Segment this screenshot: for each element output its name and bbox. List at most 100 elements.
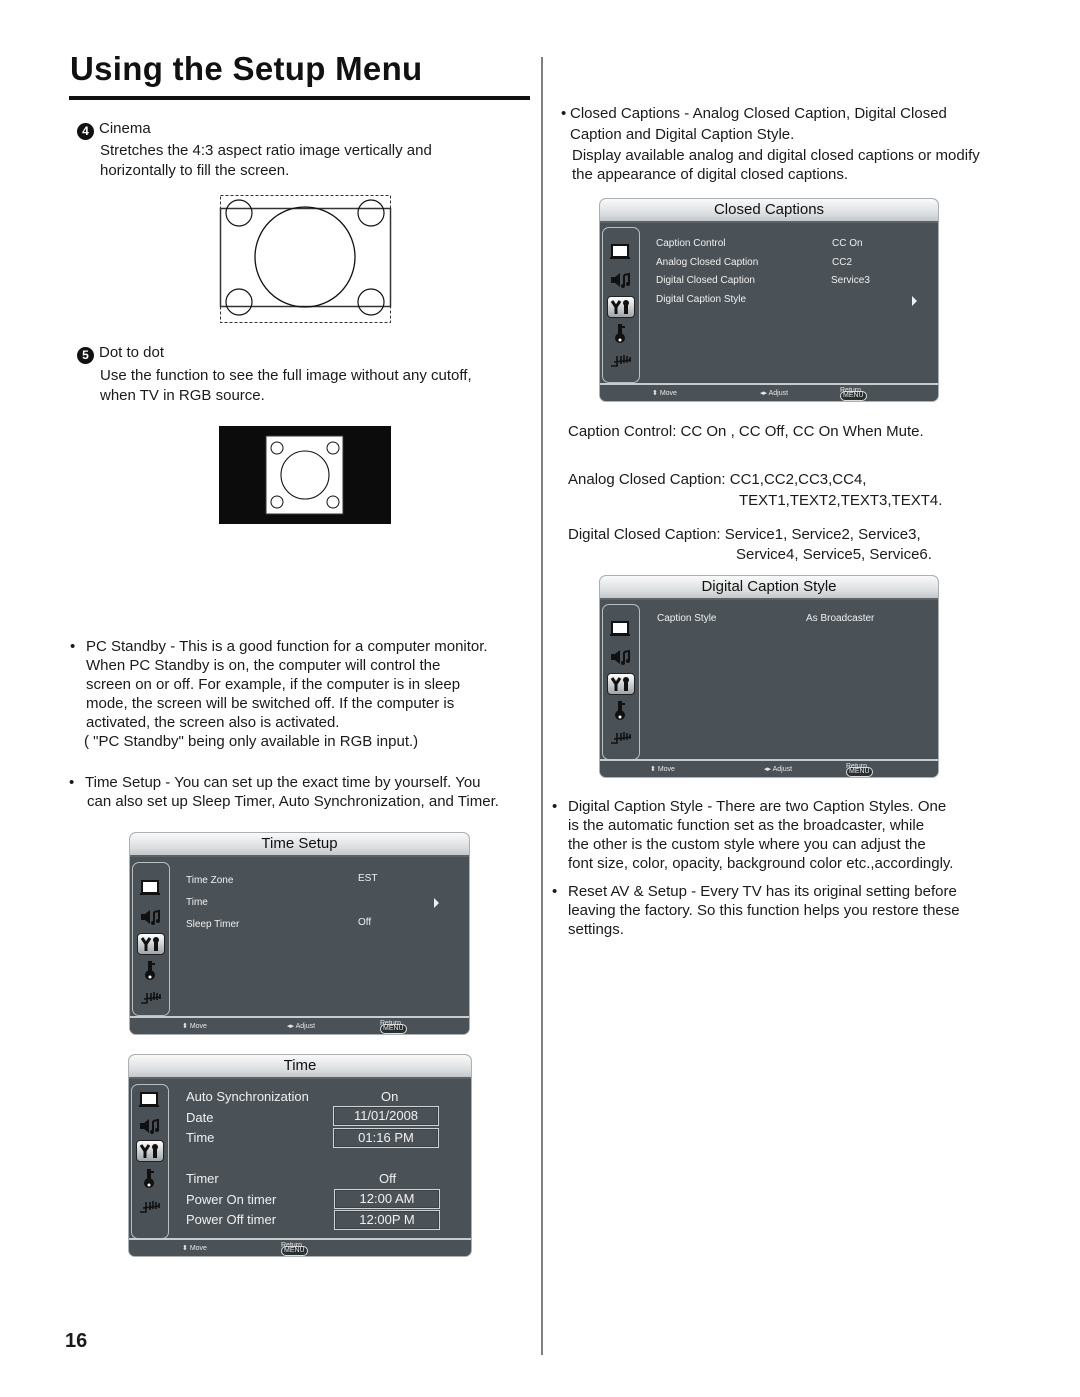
digital-caption-style-paragraph: • Digital Caption Style - There are two … [552, 797, 954, 873]
text-line: settings. [568, 921, 624, 938]
menu-footer: ⬍ Move ◂▸ Adjust MENUReturn [600, 383, 938, 401]
submenu-arrow-icon[interactable] [434, 898, 439, 908]
channel-icon[interactable] [138, 1196, 162, 1214]
menu-item-label[interactable]: Time Zone [186, 875, 233, 886]
channel-icon[interactable] [139, 987, 163, 1005]
menu-footer: ⬍ Move ◂▸ Adjust MENUReturn [600, 759, 938, 777]
digital-caption-style-menu: Digital Caption Style Caption Style As B… [600, 576, 938, 777]
return-hint: MENUReturn [380, 1020, 407, 1034]
menu-item-label[interactable]: Digital Closed Caption [656, 275, 755, 286]
move-label: Move [657, 766, 675, 773]
power-off-timer-field[interactable]: 12:00P M [334, 1210, 440, 1230]
time-field[interactable]: 01:16 PM [333, 1128, 439, 1148]
text-line: font size, color, opacity, background co… [568, 855, 954, 872]
picture-icon[interactable] [609, 243, 633, 261]
audio-icon[interactable] [139, 908, 163, 926]
menu-footer: ⬍ Move ◂▸ Adjust MENUReturn [130, 1016, 469, 1034]
move-label: Move [189, 1023, 207, 1030]
return-hint: MENUReturn [281, 1242, 308, 1256]
cinema-desc-line: Stretches the 4:3 aspect ratio image ver… [100, 142, 432, 159]
title-rule [69, 96, 530, 100]
text-line: Closed Captions - Analog Closed Caption,… [570, 105, 947, 122]
text-line: activated, the screen also is activated. [86, 714, 340, 731]
dot-desc-line: when TV in RGB source. [100, 387, 265, 404]
cinema-diagram [219, 195, 392, 323]
text-line: PC Standby - This is a good function for… [86, 638, 488, 655]
menu-item-label[interactable]: Timer [186, 1171, 219, 1186]
time-setup-menu: Time Setup Time Zone EST Time Sleep Time… [130, 833, 469, 1034]
audio-icon[interactable] [609, 271, 633, 289]
text-line: the other is the custom style where you … [568, 836, 926, 853]
lock-icon[interactable] [609, 323, 633, 343]
audio-icon[interactable] [138, 1117, 162, 1135]
menu-item-label[interactable]: Digital Caption Style [656, 294, 746, 305]
digital-cc-options: Digital Closed Caption: Service1, Servic… [568, 525, 932, 565]
menu-item-label[interactable]: Auto Synchronization [186, 1089, 309, 1104]
dot-to-dot-diagram [219, 426, 391, 524]
text-line: Display available analog and digital clo… [572, 147, 980, 164]
menu-sidebar [132, 862, 170, 1016]
cinema-desc-line: horizontally to fill the screen. [100, 162, 290, 179]
setup-icon[interactable] [136, 1140, 164, 1162]
move-label: Move [189, 1245, 207, 1252]
lock-icon[interactable] [138, 1168, 162, 1188]
bullet-icon: • [561, 105, 567, 122]
text-line: can also set up Sleep Timer, Auto Synchr… [87, 793, 499, 810]
menu-key-icon: MENU [281, 1246, 308, 1256]
text-line: the appearance of digital closed caption… [572, 166, 849, 183]
lock-icon[interactable] [609, 700, 633, 720]
adjust-label: Adjust [295, 1023, 316, 1030]
step-number-badge: 5 [77, 347, 94, 364]
menu-item-label[interactable]: Time [186, 897, 208, 908]
channel-icon[interactable] [609, 727, 633, 745]
text-line: screen on or off. For example, if the co… [86, 676, 461, 693]
menu-title: Time [129, 1055, 471, 1079]
menu-item-label[interactable]: Sleep Timer [186, 919, 239, 930]
corner-circle [225, 199, 253, 227]
menu-item-label[interactable]: Caption Style [657, 613, 716, 624]
menu-item-value: Off [379, 1171, 397, 1186]
adjust-label: Adjust [768, 390, 789, 397]
picture-icon[interactable] [138, 1091, 162, 1109]
setup-icon[interactable] [607, 296, 635, 318]
text-line: Digital Closed Caption: Service1, Servic… [568, 526, 921, 543]
adjust-hint: ◂▸ Adjust [764, 766, 793, 773]
text-line: Digital Caption Style - There are two Ca… [568, 798, 947, 815]
return-hint: MENUReturn [846, 763, 873, 777]
picture-icon[interactable] [609, 620, 633, 638]
setup-icon[interactable] [607, 673, 635, 695]
pc-standby-paragraph: • PC Standby - This is a good function f… [70, 637, 488, 751]
submenu-arrow-icon[interactable] [912, 296, 917, 306]
audio-icon[interactable] [609, 648, 633, 666]
move-hint: ⬍ Move [650, 766, 675, 773]
bullet-icon: • [552, 798, 558, 815]
cinema-label: Cinema [99, 120, 151, 137]
text-line: Time Setup - You can set up the exact ti… [85, 774, 481, 791]
menu-item-label[interactable]: Date [186, 1110, 213, 1125]
text-line: ( "PC Standby" being only available in R… [84, 733, 419, 750]
menu-item-label[interactable]: Analog Closed Caption [656, 257, 758, 268]
menu-item-value: Service3 [831, 275, 870, 286]
corner-circle [225, 288, 253, 316]
column-divider [541, 57, 543, 1355]
setup-icon[interactable] [137, 933, 165, 955]
menu-item-label[interactable]: Power On timer [186, 1192, 276, 1207]
bullet-icon: • [70, 638, 76, 655]
move-hint: ⬍ Move [182, 1245, 207, 1252]
menu-item-label[interactable]: Caption Control [656, 238, 725, 249]
menu-sidebar [602, 604, 640, 760]
menu-item-label[interactable]: Power Off timer [186, 1212, 276, 1227]
return-hint: MENUReturn [840, 387, 867, 401]
channel-icon[interactable] [609, 350, 633, 368]
bullet-icon: • [552, 883, 558, 900]
menu-item-label[interactable]: Time [186, 1130, 214, 1145]
cinema-description: Stretches the 4:3 aspect ratio image ver… [100, 141, 432, 181]
menu-item-value: On [381, 1089, 399, 1104]
lock-icon[interactable] [139, 960, 163, 980]
corner-circle [357, 288, 385, 316]
picture-icon[interactable] [139, 879, 163, 897]
text-line: mode, the screen will be switched off. I… [86, 695, 455, 712]
power-on-timer-field[interactable]: 12:00 AM [334, 1189, 440, 1209]
adjust-hint: ◂▸ Adjust [760, 390, 789, 397]
date-field[interactable]: 11/01/2008 [333, 1106, 439, 1126]
